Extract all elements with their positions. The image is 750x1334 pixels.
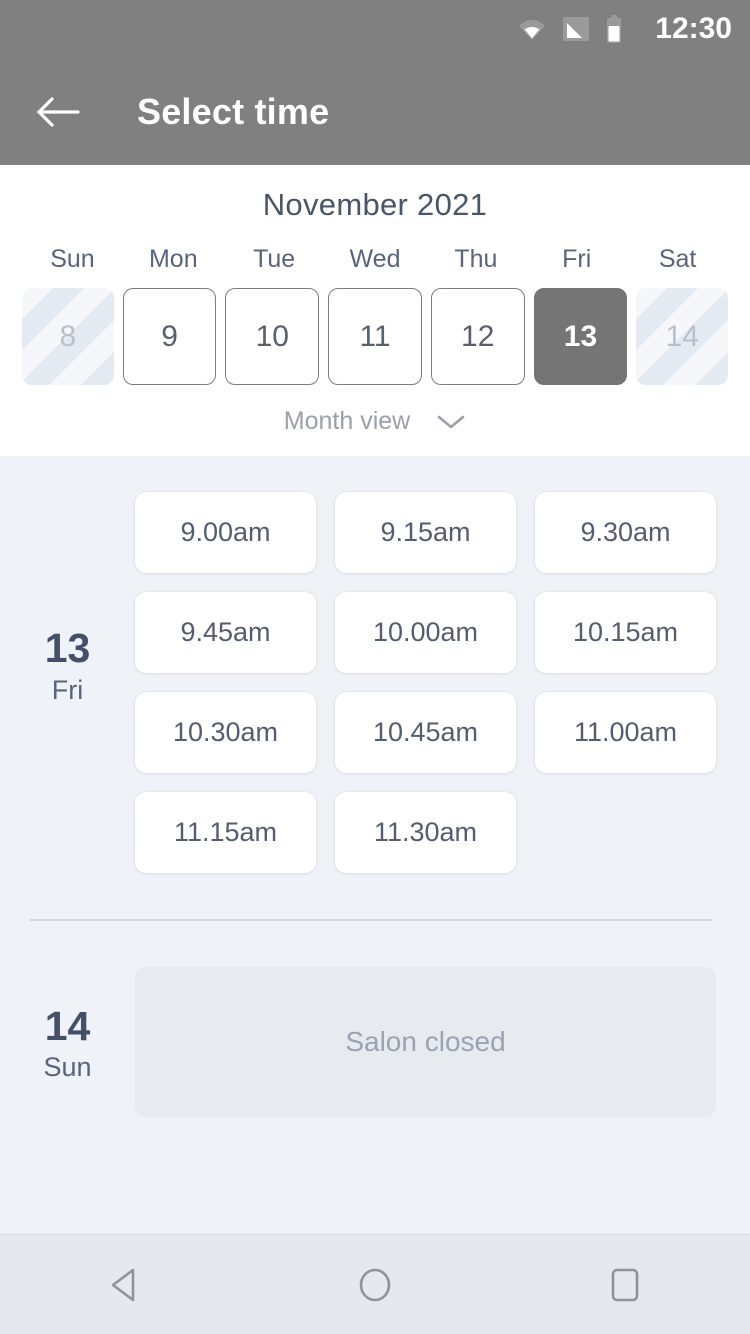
- weekday-label-fri: Fri: [562, 245, 592, 273]
- weekday-label-sat: Sat: [658, 245, 697, 273]
- time-slot[interactable]: 10.00am: [335, 592, 516, 673]
- nav-back-triangle-icon: [111, 1268, 135, 1301]
- status-clock: 12:30: [655, 12, 732, 45]
- android-nav-bar: [0, 1234, 750, 1334]
- calendar-panel: November 2021 Sun Mon Tue Wed Thu Fri Sa…: [0, 165, 750, 456]
- time-slot-grid: 9.00am 9.15am 9.30am 9.45am 10.00am 10.1…: [135, 456, 716, 873]
- month-view-label: Month view: [283, 407, 411, 435]
- weekday-header-row: Sun Mon Tue Wed Thu Fri Sat: [0, 245, 750, 274]
- date-cell-14: 14: [636, 288, 729, 385]
- weekday-label-wed: Wed: [349, 245, 401, 273]
- date-cell-13[interactable]: 13: [533, 288, 628, 385]
- day-number: 14: [44, 1002, 91, 1049]
- time-slot[interactable]: 11.30am: [335, 792, 516, 873]
- salon-closed-banner: Salon closed: [135, 967, 716, 1117]
- time-slot[interactable]: 11.15am: [135, 792, 316, 873]
- weekday-label-thu: Thu: [454, 245, 498, 273]
- time-slot[interactable]: 11.00am: [535, 692, 716, 773]
- nav-recents-square-icon: [611, 1268, 639, 1301]
- month-view-toggle[interactable]: Month view: [0, 407, 750, 436]
- chevron-down-icon: [437, 415, 465, 428]
- date-cell-10[interactable]: 10: [225, 288, 320, 385]
- time-slot[interactable]: 10.15am: [535, 592, 716, 673]
- weekday-label-tue: Tue: [253, 245, 296, 273]
- app-bar: Select time: [0, 58, 750, 165]
- page-title: Select time: [137, 90, 330, 132]
- nav-recents-button[interactable]: [570, 1250, 680, 1320]
- date-cell-9[interactable]: 9: [122, 288, 217, 385]
- day-label-14: 14 Sun: [0, 967, 135, 1117]
- date-cell-11[interactable]: 11: [328, 288, 422, 385]
- day-group-14: 14 Sun Salon closed: [0, 967, 750, 1117]
- back-arrow-icon: [37, 96, 80, 127]
- date-cell-12[interactable]: 12: [430, 288, 525, 385]
- day-label-13: 13 Fri: [0, 456, 135, 873]
- day-divider: [30, 919, 712, 921]
- time-slot[interactable]: 9.00am: [135, 492, 316, 573]
- day-of-week: Fri: [51, 674, 84, 705]
- status-bar: 12:30: [0, 0, 750, 58]
- signal-icon: [563, 17, 590, 41]
- day-group-13: 13 Fri 9.00am 9.15am 9.30am 9.45am 10.00…: [0, 456, 750, 873]
- back-button[interactable]: [30, 84, 86, 140]
- time-slot[interactable]: 10.30am: [135, 692, 316, 773]
- status-icon-group: 12:30: [518, 12, 732, 46]
- date-strip: 8 9 10 11 12 13 14: [0, 288, 750, 385]
- day-number: 13: [44, 625, 91, 672]
- nav-home-circle-icon: [359, 1268, 391, 1301]
- weekday-label-mon: Mon: [148, 245, 198, 273]
- app-screen: 12:30 Select time November 2021 Sun Mon …: [0, 0, 750, 1334]
- weekday-label-sun: Sun: [50, 245, 95, 273]
- time-slot[interactable]: 10.45am: [335, 692, 516, 773]
- nav-back-button[interactable]: [70, 1250, 180, 1320]
- battery-icon: [607, 15, 622, 43]
- day-of-week: Sun: [43, 1052, 92, 1083]
- month-title: November 2021: [262, 187, 488, 222]
- date-cell-8: 8: [22, 288, 114, 385]
- time-slot[interactable]: 9.30am: [535, 492, 716, 573]
- time-slot[interactable]: 9.45am: [135, 592, 316, 673]
- time-slot[interactable]: 9.15am: [335, 492, 516, 573]
- schedule-list[interactable]: 13 Fri 9.00am 9.15am 9.30am 9.45am 10.00…: [0, 456, 750, 1234]
- nav-home-button[interactable]: [320, 1250, 430, 1320]
- wifi-icon: [519, 20, 546, 40]
